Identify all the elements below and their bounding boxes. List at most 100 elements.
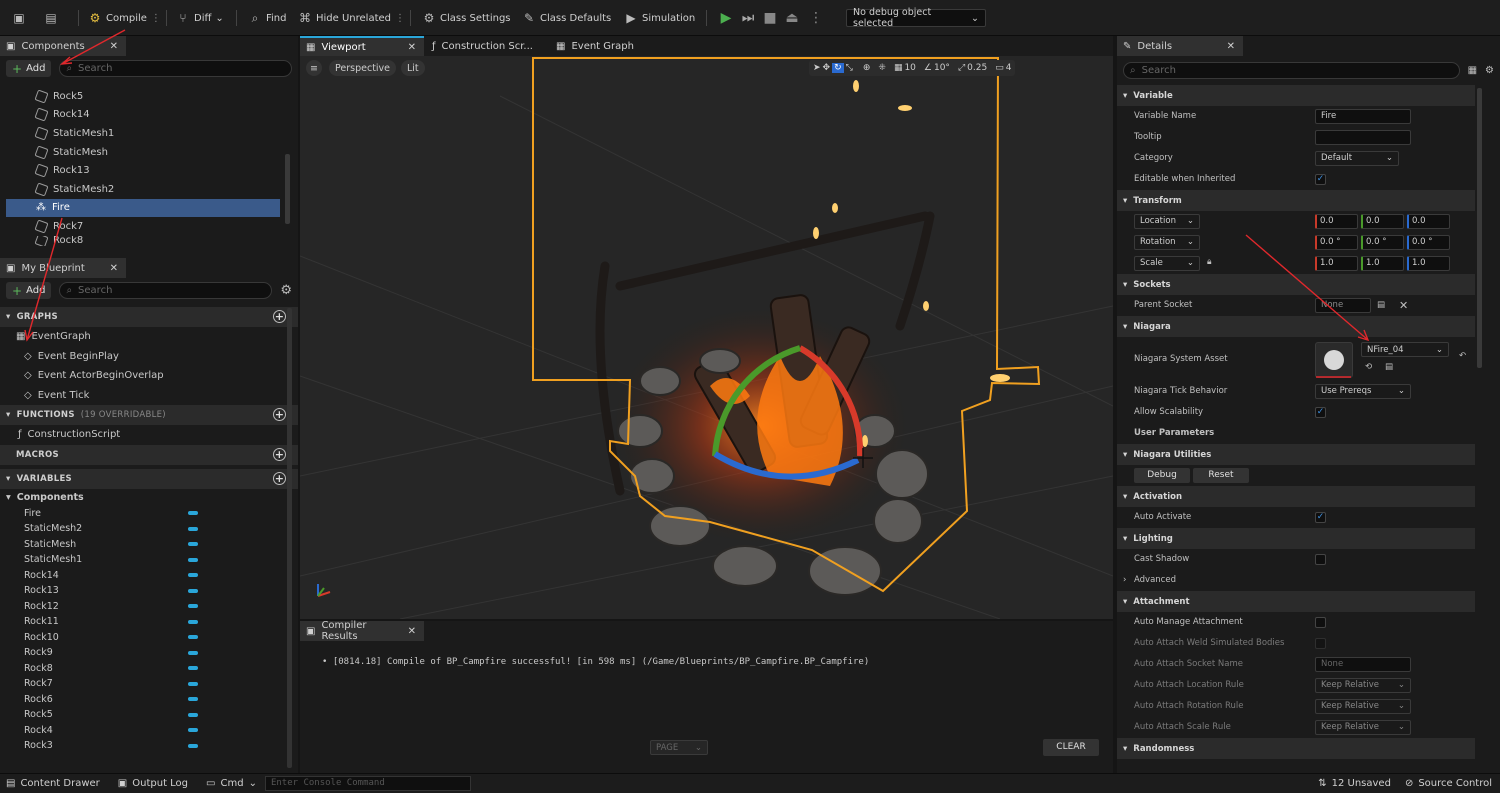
rotation-y-field[interactable]: 0.0 ° xyxy=(1361,234,1404,250)
variable-item[interactable]: Rock14 xyxy=(0,568,298,584)
lighting-section[interactable]: ▾ Lighting xyxy=(1117,528,1475,549)
auto-activate-checkbox[interactable]: ✓ xyxy=(1315,511,1326,523)
construction-script-item[interactable]: ƒ ConstructionScript xyxy=(0,425,298,445)
viewport-menu-icon[interactable]: ≡ xyxy=(306,60,322,76)
tab-my-blueprint[interactable]: ▣ My Blueprint ✕ xyxy=(0,258,126,278)
sockets-section[interactable]: ▾ Sockets xyxy=(1117,274,1475,295)
rotation-mode-dropdown[interactable]: Rotation ⌄ xyxy=(1134,234,1200,250)
user-parameters-row[interactable]: User Parameters xyxy=(1117,423,1475,444)
reset-button[interactable]: Reset xyxy=(1193,468,1249,483)
scrollbar[interactable] xyxy=(1477,88,1482,368)
class-settings-button[interactable]: ⚙ Class Settings xyxy=(422,9,511,27)
eject-icon[interactable]: ⏏ xyxy=(784,10,800,26)
class-defaults-button[interactable]: ✎ Class Defaults xyxy=(522,9,611,27)
browse-asset-icon[interactable]: ▤ xyxy=(1385,362,1393,372)
component-item-staticmesh[interactable]: StaticMesh xyxy=(0,143,298,162)
auto-manage-checkbox[interactable] xyxy=(1315,616,1326,628)
add-component-button[interactable]: + Add xyxy=(6,60,52,77)
simulation-button[interactable]: ▶ Simulation xyxy=(624,9,695,27)
debug-object-select[interactable]: No debug object selected ⌄ xyxy=(846,7,986,29)
component-item-fire[interactable]: ⁂ Fire xyxy=(6,198,280,218)
weld-bodies-checkbox[interactable] xyxy=(1315,637,1326,649)
scale-mode-dropdown[interactable]: Scale ⌄ xyxy=(1134,255,1200,271)
scrollbar[interactable] xyxy=(287,308,292,768)
add-function-icon[interactable]: + xyxy=(273,408,286,421)
variable-item[interactable]: StaticMesh1 xyxy=(0,552,298,568)
activation-section[interactable]: ▾ Activation xyxy=(1117,486,1475,507)
details-search-input[interactable]: ⌕ Search xyxy=(1123,62,1460,79)
component-item-rock14[interactable]: Rock14 xyxy=(0,106,298,125)
tab-components[interactable]: ▣ Components ✕ xyxy=(0,36,126,56)
tab-construction-script[interactable]: ƒ Construction Scr... xyxy=(426,36,550,56)
variable-item[interactable]: Rock5 xyxy=(0,707,298,723)
select-icon[interactable]: ➤ xyxy=(813,63,821,73)
debug-button[interactable]: Debug xyxy=(1134,468,1190,483)
variable-name-field[interactable]: Fire xyxy=(1315,108,1411,124)
play-icon[interactable]: ▶ xyxy=(718,10,734,26)
settings-icon[interactable]: ⚙ xyxy=(1485,65,1494,76)
randomness-section[interactable]: ▾ Randomness xyxy=(1117,738,1475,759)
scale-icon[interactable]: ⤡ xyxy=(846,63,853,73)
component-item-rock8[interactable]: Rock8 xyxy=(0,235,298,246)
close-icon[interactable]: ✕ xyxy=(1227,41,1235,52)
scale-y-field[interactable]: 1.0 xyxy=(1361,255,1404,271)
rotation-snap-icon[interactable]: ∠ xyxy=(924,63,932,73)
lit-button[interactable]: Lit xyxy=(401,60,425,76)
world-icon[interactable]: ⊕ xyxy=(863,63,871,73)
use-selected-icon[interactable]: ⟲ xyxy=(1365,362,1372,372)
scale-x-field[interactable]: 1.0 xyxy=(1315,255,1358,271)
blueprint-search-input[interactable]: ⌕ Search xyxy=(59,282,273,299)
perspective-button[interactable]: Perspective xyxy=(329,60,397,76)
variable-item[interactable]: Rock8 xyxy=(0,661,298,677)
location-mode-dropdown[interactable]: Location ⌄ xyxy=(1134,213,1200,229)
scale-rule-dropdown[interactable]: Keep Relative ⌄ xyxy=(1315,719,1411,735)
tooltip-field[interactable] xyxy=(1315,129,1411,145)
macros-section[interactable]: MACROS + xyxy=(0,444,298,465)
location-x-field[interactable]: 0.0 xyxy=(1315,213,1358,229)
close-icon[interactable]: ✕ xyxy=(110,263,118,274)
advanced-row[interactable]: › Advanced xyxy=(1117,570,1475,591)
component-item-staticmesh1[interactable]: StaticMesh1 xyxy=(0,124,298,143)
variable-item[interactable]: Rock4 xyxy=(0,723,298,739)
close-icon[interactable]: ✕ xyxy=(110,41,118,52)
variable-item[interactable]: StaticMesh2 xyxy=(0,521,298,537)
variable-item[interactable]: Rock3 xyxy=(0,738,298,754)
tab-compiler-results[interactable]: ▣ Compiler Results ✕ xyxy=(300,620,424,642)
rotation-x-field[interactable]: 0.0 ° xyxy=(1315,234,1358,250)
page-dropdown[interactable]: PAGE ⌄ xyxy=(650,740,708,755)
rotation-z-field[interactable]: 0.0 ° xyxy=(1407,234,1450,250)
lock-icon[interactable]: 🔒︎ xyxy=(1207,257,1212,267)
component-item-rock5[interactable]: Rock5 xyxy=(0,87,298,106)
variable-item[interactable]: Rock6 xyxy=(0,692,298,708)
event-graph-item[interactable]: ▦ EventGraph xyxy=(0,327,298,347)
event-item[interactable]: ◇ Event ActorBeginOverlap xyxy=(0,366,298,386)
add-graph-icon[interactable]: + xyxy=(273,310,286,323)
variable-item[interactable]: Rock9 xyxy=(0,645,298,661)
rotate-icon[interactable]: ↻ xyxy=(832,63,844,73)
niagara-asset-thumbnail[interactable] xyxy=(1315,342,1353,378)
variable-item[interactable]: Rock12 xyxy=(0,599,298,615)
cast-shadow-checkbox[interactable] xyxy=(1315,553,1326,565)
property-matrix-icon[interactable]: ▦ xyxy=(1468,65,1477,76)
scale-z-field[interactable]: 1.0 xyxy=(1407,255,1450,271)
browse-socket-icon[interactable]: ▤ xyxy=(1377,300,1385,310)
transform-section[interactable]: ▾ Transform xyxy=(1117,190,1475,211)
variable-item[interactable]: Rock7 xyxy=(0,676,298,692)
location-rule-dropdown[interactable]: Keep Relative ⌄ xyxy=(1315,677,1411,693)
console-command-input[interactable]: Enter Console Command xyxy=(264,776,471,791)
scrollbar[interactable] xyxy=(285,154,290,224)
save-icon[interactable]: ▣ xyxy=(12,9,26,27)
hide-unrelated-button[interactable]: ⌘ Hide Unrelated ⋮ xyxy=(298,9,405,27)
location-z-field[interactable]: 0.0 xyxy=(1407,213,1450,229)
more-options-icon[interactable]: ⋮ xyxy=(808,10,824,26)
step-icon[interactable]: ⏭ xyxy=(740,10,756,26)
variables-section[interactable]: ▾ VARIABLES + xyxy=(0,468,298,489)
niagara-asset-dropdown[interactable]: NFire_04 ⌄ xyxy=(1361,342,1449,357)
add-blueprint-item-button[interactable]: + Add xyxy=(6,282,52,299)
component-item-staticmesh2[interactable]: StaticMesh2 xyxy=(0,180,298,199)
allow-scalability-checkbox[interactable]: ✓ xyxy=(1315,406,1326,418)
category-dropdown[interactable]: Default ⌄ xyxy=(1315,150,1399,166)
niagara-utilities-section[interactable]: ▾ Niagara Utilities xyxy=(1117,444,1475,465)
close-icon[interactable]: ✕ xyxy=(408,626,416,637)
location-y-field[interactable]: 0.0 xyxy=(1361,213,1404,229)
